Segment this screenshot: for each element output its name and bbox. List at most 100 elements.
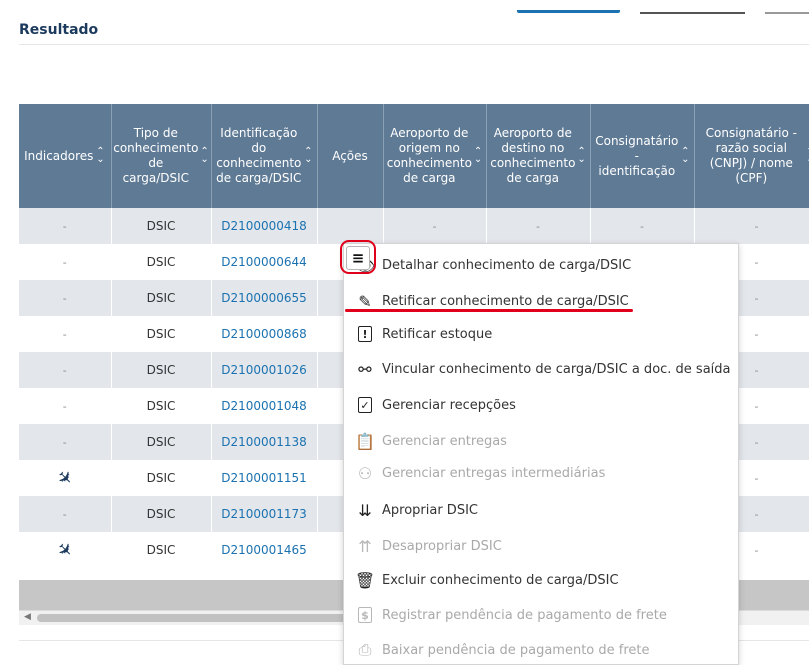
cell-actions	[317, 208, 384, 244]
cell-indicator: -	[19, 388, 112, 424]
clipboard-icon: 📋	[355, 431, 375, 451]
top-tertiary-button[interactable]	[765, 12, 809, 14]
cell-consignee-name-text: -	[754, 364, 759, 377]
sort-icon[interactable]: ⌃⌄	[200, 147, 208, 165]
cell-indicator-text: -	[62, 256, 67, 269]
cell-type: DSIC	[111, 388, 212, 424]
menu-item[interactable]: ✓ Gerenciar recepções	[354, 390, 738, 420]
col-header-aeroporto-destino[interactable]: Aeroporto de destino no conhecimento de …	[486, 104, 591, 208]
cell-type-text: DSIC	[146, 363, 176, 377]
cell-consignee-name-text: -	[754, 436, 759, 449]
cell-id: D2100001138	[211, 424, 318, 460]
menu-item-label: Excluir conhecimento de carga/DSIC	[382, 572, 619, 588]
col-header-label: Tipo de conhecimento de carga/DSIC	[113, 126, 199, 185]
id-link[interactable]: D2100001048	[221, 399, 307, 413]
cell-indicator: ✈	[19, 532, 112, 568]
menu-item-label: Baixar pendência de pagamento de frete	[382, 642, 650, 658]
col-header-label: Identificação do conhecimento de carga/D…	[216, 126, 302, 185]
id-link[interactable]: D2100000655	[221, 291, 307, 305]
cell-consignee-name-text: -	[754, 220, 759, 233]
cell-type-text: DSIC	[146, 291, 176, 305]
cell-indicator-text: -	[62, 400, 67, 413]
cell-indicator-text: -	[62, 220, 67, 233]
cell-type: DSIC	[111, 352, 212, 388]
menu-item[interactable]: ⚯ Vincular conhecimento de carga/DSIC a d…	[354, 354, 738, 384]
menu-item-label: Vincular conhecimento de carga/DSIC a do…	[382, 361, 731, 377]
col-header-indicadores[interactable]: Indicadores ⌃ ⌄	[19, 104, 112, 208]
cell-id: D2100000868	[211, 316, 318, 352]
col-header-label: Aeroporto de origem no conhecimento de c…	[386, 126, 472, 185]
sort-icon[interactable]: ⌃⌄	[95, 147, 105, 165]
cell-consignee-name-text: -	[754, 256, 759, 269]
col-header-consignatario-nome[interactable]: Consignatário - razão social (CNPJ) / no…	[694, 104, 809, 208]
col-header-identificacao[interactable]: Identificação do conhecimento de carga/D…	[211, 104, 318, 208]
table-header-row: Indicadores ⌃ ⌄ Tipo de conhecimento de ca…	[19, 104, 809, 208]
col-header-label: Consignatário - razão social (CNPJ) / no…	[705, 126, 797, 185]
menu-item[interactable]: 🗑 Excluir conhecimento de carga/DSIC	[354, 565, 738, 595]
menu-item: ⇈ Desapropriar DSIC	[354, 531, 738, 561]
sort-icon[interactable]: ⌃⌄	[304, 147, 312, 165]
cell-indicator-text: -	[62, 292, 67, 305]
id-link[interactable]: D2100001026	[221, 363, 307, 377]
sort-icon[interactable]: ⌃⌄	[474, 147, 482, 165]
cell-consignee-name-text: -	[754, 292, 759, 305]
col-header-tipo[interactable]: Tipo de conhecimento de carga/DSIC ⌃ ⌄	[111, 104, 212, 208]
cell-indicator: -	[19, 352, 112, 388]
id-link[interactable]: D2100000868	[221, 327, 307, 341]
cell-indicator-text: -	[62, 436, 67, 449]
cell-id: D2100001465	[211, 532, 318, 568]
menu-item: $ Registrar pendência de pagamento de fre…	[354, 600, 738, 630]
menu-item[interactable]: ! Retificar estoque	[354, 319, 738, 349]
trash-icon: 🗑	[354, 570, 376, 590]
cell-id: D2100000655	[211, 280, 318, 316]
id-link[interactable]: D2100001465	[221, 543, 307, 557]
cell-indicator-text: -	[62, 328, 67, 341]
menu-item-label: Retificar conhecimento de carga/DSIC	[382, 293, 629, 309]
cell-indicator: -	[19, 316, 112, 352]
cell-type-text: DSIC	[146, 435, 176, 449]
cell-type: DSIC	[111, 424, 212, 460]
cell-id: D2100000644	[211, 244, 318, 280]
disappropriate-icon: ⇈	[358, 536, 372, 556]
exclamation-box-icon: !	[354, 323, 376, 345]
menu-item-label: Gerenciar entregas	[382, 433, 507, 449]
id-link[interactable]: D2100001173	[221, 507, 307, 521]
menu-item-label: Registrar pendência de pagamento de fret…	[382, 607, 667, 623]
id-link[interactable]: D2100000644	[221, 255, 307, 269]
scrollbar-thumb[interactable]	[37, 614, 367, 622]
cell-type: DSIC	[111, 244, 212, 280]
id-link[interactable]: D2100000418	[221, 219, 307, 233]
cell-consignee-name-text: -	[754, 544, 759, 557]
menu-item[interactable]: ⇊ Apropriar DSIC	[354, 495, 738, 525]
col-header-consignatario-id[interactable]: Consignatário - identificação ⌃ ⌄	[590, 104, 695, 208]
menu-item-label: Detalhar conhecimento de carga/DSIC	[382, 257, 632, 273]
sort-icon[interactable]: ⌃⌄	[681, 147, 689, 165]
dollar-doc-icon: $	[354, 604, 376, 626]
section-title: Resultado	[19, 22, 99, 38]
cell-type: DSIC	[111, 460, 212, 496]
cell-consignee-name-text: -	[754, 328, 759, 341]
highlight-underline	[345, 309, 633, 312]
cell-type: DSIC	[111, 280, 212, 316]
menu-item-label: Desapropriar DSIC	[382, 538, 502, 554]
menu-item[interactable]: 👁Detalhar conhecimento de carga/DSIC	[354, 250, 738, 280]
id-link[interactable]: D2100001138	[221, 435, 307, 449]
top-primary-button[interactable]	[517, 10, 620, 13]
cell-dest-text: -	[536, 220, 540, 233]
cell-type-text: DSIC	[146, 399, 176, 413]
menu-item: ⎙ Baixar pendência de pagamento de frete	[354, 635, 738, 665]
sort-icon[interactable]: ⌃⌄	[577, 147, 585, 165]
col-header-acoes: Ações	[317, 104, 384, 208]
cell-type-text: DSIC	[146, 507, 176, 521]
cell-type: DSIC	[111, 316, 212, 352]
id-link[interactable]: D2100001151	[221, 471, 307, 485]
cell-consignee-id: -	[590, 208, 695, 244]
cell-consignee-id-text: -	[640, 220, 644, 233]
scroll-left-icon[interactable]: ◀	[24, 612, 31, 622]
top-secondary-button[interactable]	[640, 12, 745, 14]
actions-dropdown-menu: 👁Detalhar conhecimento de carga/DSIC✎Ret…	[343, 243, 739, 665]
cell-indicator: -	[19, 424, 112, 460]
cell-consignee-name-text: -	[754, 508, 759, 521]
cell-type: DSIC	[111, 496, 212, 532]
col-header-aeroporto-origem[interactable]: Aeroporto de origem no conhecimento de c…	[383, 104, 487, 208]
